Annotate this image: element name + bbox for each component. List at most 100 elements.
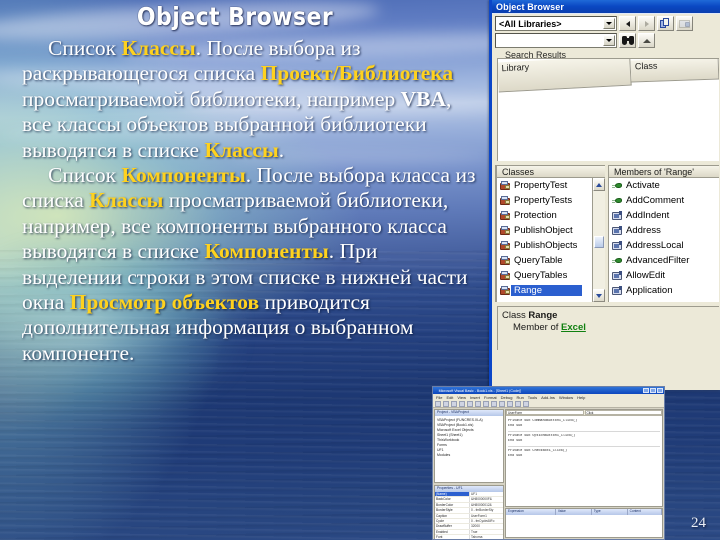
classes-scrollbar[interactable] — [592, 178, 605, 302]
forward-button[interactable] — [638, 16, 655, 31]
toolbar-icon — [491, 400, 497, 407]
scroll-down-button[interactable] — [593, 289, 605, 302]
list-item[interactable]: Protection — [497, 208, 592, 223]
members-pane: Members of 'Range' Activate AddComment A… — [608, 165, 719, 302]
list-item[interactable]: PropertyTests — [497, 193, 592, 208]
property-icon — [612, 270, 623, 281]
members-list[interactable]: Activate AddComment AddIndent Address Ad… — [608, 178, 719, 302]
code-area: Private Sub CommandButton1_Click() End S… — [506, 416, 662, 462]
list-item[interactable]: AdvancedFilter — [609, 253, 719, 268]
menu-item: Insert — [469, 394, 480, 400]
class-icon — [500, 180, 511, 191]
toggle-search-results-button[interactable] — [638, 33, 655, 48]
property-name: (Name) — [435, 492, 469, 497]
detail-name: Range — [528, 310, 558, 321]
list-item[interactable]: PublishObject — [497, 223, 592, 238]
list-item[interactable]: PublishObjects — [497, 238, 592, 253]
detail-library-link[interactable]: Excel — [561, 322, 586, 333]
list-item[interactable]: AddComment — [609, 193, 719, 208]
menu-item: Debug — [500, 394, 513, 400]
list-item[interactable]: PropertyTest — [497, 178, 592, 193]
class-label: Range — [511, 285, 582, 296]
p1-seg5: . — [278, 137, 285, 162]
window-titlebar[interactable]: Object Browser — [492, 0, 720, 13]
view-definition-button[interactable] — [676, 16, 693, 31]
property-icon — [612, 285, 623, 296]
locals-window: Expression Value Type Context — [505, 508, 663, 538]
column-header-class[interactable]: Class — [630, 59, 719, 83]
member-label: AllowEdit — [626, 270, 666, 281]
property-name: BorderColor — [436, 502, 454, 507]
toolbar-icon — [451, 400, 457, 407]
chevron-up-icon — [642, 38, 651, 43]
menu-item: Edit — [446, 394, 454, 400]
thumbnail-titlebar: Microsoft Visual Basic - Book1.xls - [Sh… — [433, 387, 664, 394]
toolbar-icon — [435, 400, 441, 407]
chevron-down-icon[interactable] — [603, 35, 615, 46]
list-item[interactable]: AddIndent — [609, 208, 719, 223]
property-value: &H80000012& — [469, 502, 503, 508]
detail-kind: Class — [502, 310, 526, 321]
detail-line-1: Class Range — [502, 310, 719, 321]
list-item[interactable]: AddressLocal — [609, 238, 719, 253]
detail-member-of-label: Member of — [513, 322, 559, 333]
paragraph-classes-list: Список Классы. После выбора из раскрываю… — [22, 36, 477, 163]
arrow-left-icon — [625, 20, 630, 27]
class-label: QueryTables — [514, 270, 568, 281]
property-name: BackColor — [436, 497, 451, 502]
classes-pane: Classes PropertyTest PropertyTests Prote… — [495, 165, 605, 302]
property-row: Font Tahoma — [435, 535, 503, 539]
library-combo[interactable]: <All Libraries> — [495, 16, 617, 31]
chevron-down-icon[interactable] — [603, 18, 615, 29]
search-results-list[interactable]: Library Class — [497, 58, 719, 161]
code-line: End Sub — [508, 424, 523, 428]
p2-seg1: Список — [48, 163, 122, 188]
property-value: 0 - fmCycleAllFo — [469, 519, 503, 524]
toolbar-row-2 — [495, 33, 719, 48]
window-controls — [643, 388, 663, 393]
member-label: Activate — [626, 180, 660, 191]
p2-highlight-object-browser: Просмотр объектов — [69, 290, 260, 315]
class-icon — [500, 195, 511, 206]
class-label: PropertyTests — [514, 195, 573, 206]
menu-item: View — [457, 394, 466, 400]
copy-to-clipboard-button[interactable] — [657, 16, 674, 31]
thumbnail-left-column: Project - VBAProject VBAProject (FUNCRES… — [433, 408, 505, 539]
project-tree: VBAProject (FUNCRES.XLA) VBAProject (Boo… — [435, 416, 503, 482]
page-title: Object Browser — [136, 2, 334, 31]
property-name: BorderStyle — [436, 508, 453, 513]
thumbnail-title-text: Microsoft Visual Basic - Book1.xls - [Sh… — [438, 388, 522, 393]
member-label: AddComment — [626, 195, 685, 206]
locals-header: Expression Value Type Context — [506, 509, 662, 515]
locals-column-value: Value — [556, 509, 592, 515]
scrollbar-thumb[interactable] — [594, 236, 604, 248]
tree-node: Modules — [437, 453, 451, 457]
list-item-selected[interactable]: Range — [497, 283, 592, 298]
classes-list[interactable]: PropertyTest PropertyTests Protection Pu… — [496, 178, 592, 302]
back-button[interactable] — [619, 16, 636, 31]
property-value: &H8000000F& — [469, 497, 503, 502]
list-item[interactable]: QueryTables — [497, 268, 592, 283]
list-item[interactable]: Address — [609, 223, 719, 238]
arrow-right-icon — [644, 20, 649, 27]
list-item[interactable]: Activate — [609, 178, 719, 193]
properties-panel: Properties - UF1 (Name) UF1 BackColor &H80… — [434, 485, 504, 539]
scroll-up-button[interactable] — [593, 178, 605, 191]
toolbar-icon — [523, 400, 529, 407]
property-value: UserForm1 — [469, 513, 503, 519]
list-item[interactable]: Application — [609, 283, 719, 298]
menu-item: File — [436, 394, 443, 400]
menu-item: Window — [558, 394, 574, 400]
locals-column-type: Type — [592, 509, 628, 515]
list-item[interactable]: AllowEdit — [609, 268, 719, 283]
thumbnail-workspace: Project - VBAProject VBAProject (FUNCRES… — [433, 408, 664, 539]
class-icon — [500, 225, 511, 236]
search-button[interactable] — [619, 33, 636, 48]
list-item[interactable]: QueryTable — [497, 253, 592, 268]
binoculars-icon — [621, 36, 634, 45]
member-label: AdvancedFilter — [626, 255, 690, 266]
search-input[interactable] — [495, 33, 617, 48]
code-line: End Sub — [508, 454, 523, 458]
class-label: QueryTable — [514, 255, 563, 266]
member-label: Application — [626, 285, 673, 296]
